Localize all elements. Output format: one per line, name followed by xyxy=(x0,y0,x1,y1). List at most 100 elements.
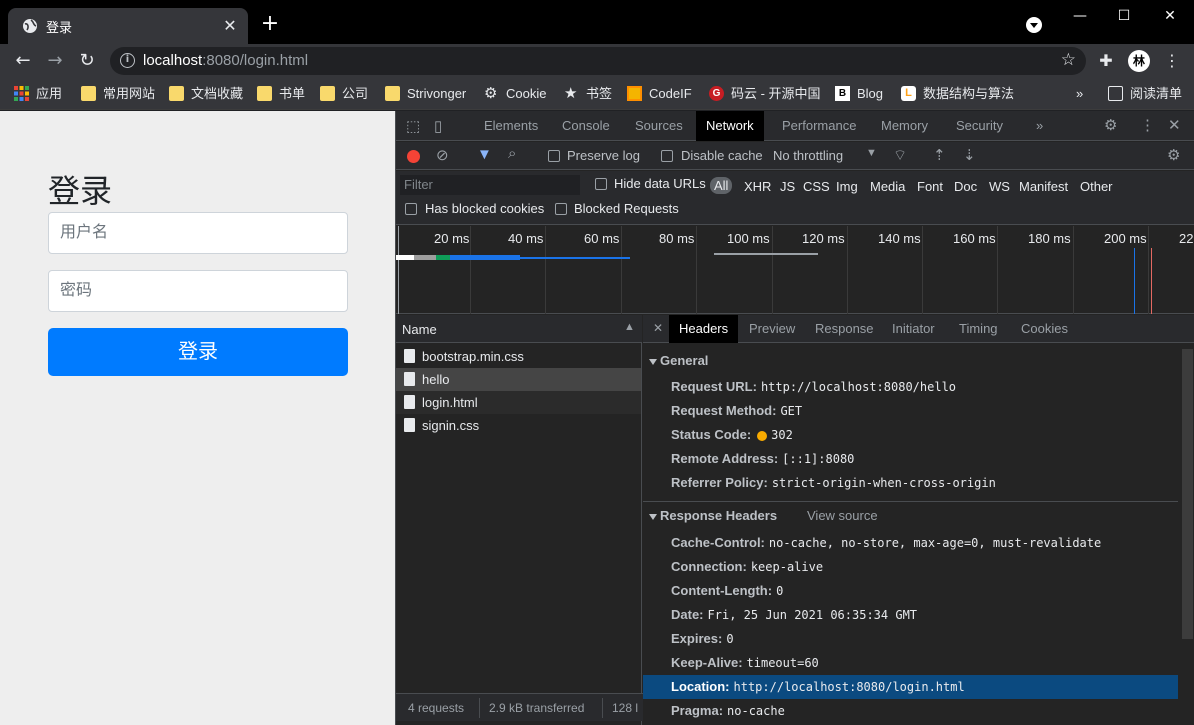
timeline-tick: 20 ms xyxy=(434,231,470,246)
bookmark-gitee[interactable]: G 码云 - 开源中国 xyxy=(709,85,821,103)
bookmark-bookmarks[interactable]: ★ 书签 xyxy=(564,85,612,103)
minimize-icon[interactable]: — xyxy=(1070,6,1090,26)
tab-network[interactable]: Network xyxy=(696,111,764,141)
bookmark-folder[interactable]: 公司 xyxy=(320,85,368,103)
filter-type-img[interactable]: Img xyxy=(836,179,858,194)
blocked-requests-checkbox[interactable] xyxy=(555,203,567,215)
filter-type-ws[interactable]: WS xyxy=(989,179,1010,194)
header-row-selected[interactable]: Location: http://localhost:8080/login.htm… xyxy=(643,675,1178,699)
tab-search-icon[interactable] xyxy=(1026,17,1042,33)
tab-security[interactable]: Security xyxy=(946,111,1013,141)
request-row[interactable]: signin.css xyxy=(396,414,641,437)
scrollbar[interactable] xyxy=(1182,349,1193,639)
hide-data-urls-checkbox[interactable] xyxy=(595,178,607,190)
site-info-icon[interactable]: i xyxy=(120,53,135,68)
filter-type-all[interactable]: All xyxy=(710,177,733,194)
maximize-icon[interactable]: ☐ xyxy=(1114,6,1134,26)
more-bookmarks-icon[interactable]: » xyxy=(1076,85,1083,103)
login-button[interactable]: 登录 xyxy=(48,328,348,376)
reading-list[interactable]: 阅读清单 xyxy=(1108,85,1182,103)
back-icon[interactable]: ← xyxy=(12,50,34,72)
address-bar[interactable]: i localhost:8080/login.html ☆ xyxy=(110,47,1086,75)
username-input[interactable]: 用户名 xyxy=(48,212,348,254)
devtools-menu-icon[interactable]: ⋮ xyxy=(1140,116,1155,134)
bookmark-blog[interactable]: B Blog xyxy=(835,85,883,103)
filter-type-css[interactable]: CSS xyxy=(803,179,830,194)
network-conditions-icon[interactable]: ⌔ xyxy=(893,146,907,165)
new-tab-button[interactable]: + xyxy=(258,12,282,36)
bookmark-star-icon[interactable]: ☆ xyxy=(1061,50,1076,70)
filter-input[interactable]: Filter xyxy=(400,175,580,195)
disable-cache-checkbox[interactable] xyxy=(661,150,673,162)
header-row: Keep-Alive: timeout=60 xyxy=(671,655,819,670)
timeline-tick: 160 ms xyxy=(953,231,996,246)
clear-icon[interactable]: ⊘ xyxy=(436,146,449,164)
password-input[interactable]: 密码 xyxy=(48,270,348,312)
chevron-down-icon[interactable]: ▼ xyxy=(866,147,877,159)
bookmark-codeif[interactable]: CodeIF xyxy=(627,85,692,103)
filter-type-media[interactable]: Media xyxy=(870,179,905,194)
device-toolbar-icon[interactable]: ▯ xyxy=(434,117,442,135)
settings-gear-icon[interactable]: ⚙ xyxy=(1104,116,1117,134)
bookmark-folder[interactable]: 书单 xyxy=(257,85,305,103)
menu-icon[interactable]: ⋮ xyxy=(1162,51,1182,71)
close-window-icon[interactable]: ✕ xyxy=(1160,6,1180,26)
bookmark-folder[interactable]: 文档收藏 xyxy=(169,85,243,103)
preserve-log-checkbox[interactable] xyxy=(548,150,560,162)
response-headers-section-toggle[interactable]: Response Headers xyxy=(649,508,777,523)
record-icon[interactable] xyxy=(407,150,420,163)
name-column-header[interactable]: Name ▲ xyxy=(396,315,642,343)
close-detail-icon[interactable]: ✕ xyxy=(653,321,663,335)
inspect-element-icon[interactable]: ⬚ xyxy=(406,117,420,135)
tab-performance[interactable]: Performance xyxy=(772,111,866,141)
tab-title: 登录 xyxy=(46,21,73,36)
tab-headers[interactable]: Headers xyxy=(669,315,739,343)
import-har-icon[interactable]: ⇡ xyxy=(933,146,946,164)
browser-titlebar: 登录 ✕ + — ☐ ✕ xyxy=(0,0,1194,44)
tab-response[interactable]: Response xyxy=(805,315,884,343)
tab-console[interactable]: Console xyxy=(552,111,620,141)
url-text: localhost:8080/login.html xyxy=(143,52,309,69)
request-row-selected[interactable]: hello xyxy=(396,368,641,391)
filter-type-other[interactable]: Other xyxy=(1080,179,1113,194)
bookmark-cookie[interactable]: ⚙ Cookie xyxy=(484,85,546,103)
bookmark-apps[interactable]: 应用 xyxy=(14,85,62,103)
filter-type-doc[interactable]: Doc xyxy=(954,179,977,194)
tab-preview[interactable]: Preview xyxy=(739,315,805,343)
blocked-cookies-checkbox[interactable] xyxy=(405,203,417,215)
tab-elements[interactable]: Elements xyxy=(474,111,548,141)
browser-tab[interactable]: 登录 ✕ xyxy=(8,8,248,44)
bookmark-leetcode[interactable]: L 数据结构与算法 xyxy=(901,85,1014,103)
view-source-link[interactable]: View source xyxy=(807,508,878,523)
tab-timing[interactable]: Timing xyxy=(949,315,1008,343)
filter-type-manifest[interactable]: Manifest xyxy=(1019,179,1068,194)
more-tabs-icon[interactable]: » xyxy=(1026,111,1053,141)
request-row[interactable]: login.html xyxy=(396,391,641,414)
request-row[interactable]: bootstrap.min.css xyxy=(396,345,641,368)
tab-cookies[interactable]: Cookies xyxy=(1011,315,1078,343)
avatar[interactable]: 林 xyxy=(1128,50,1150,72)
forward-icon[interactable]: → xyxy=(44,50,66,72)
close-devtools-icon[interactable]: ✕ xyxy=(1168,116,1181,134)
tab-sources[interactable]: Sources xyxy=(625,111,693,141)
throttling-select[interactable]: No throttling xyxy=(773,148,843,163)
filter-type-xhr[interactable]: XHR xyxy=(744,179,771,194)
search-icon[interactable]: ⌕ xyxy=(508,145,516,162)
tab-memory[interactable]: Memory xyxy=(871,111,938,141)
export-har-icon[interactable]: ⇣ xyxy=(963,146,976,164)
network-settings-icon[interactable]: ⚙ xyxy=(1167,146,1180,164)
tab-close-icon[interactable]: ✕ xyxy=(220,16,240,36)
tab-initiator[interactable]: Initiator xyxy=(882,315,945,343)
filter-type-font[interactable]: Font xyxy=(917,179,943,194)
general-section-toggle[interactable]: General xyxy=(649,353,708,368)
bookmark-folder[interactable]: Strivonger xyxy=(385,85,466,103)
network-overview-timeline[interactable]: 20 ms 40 ms 60 ms 80 ms 100 ms 120 ms 14… xyxy=(396,226,1194,314)
sort-ascending-icon[interactable]: ▲ xyxy=(624,321,635,333)
filter-icon[interactable]: ▼ xyxy=(477,146,492,163)
bookmark-folder[interactable]: 常用网站 xyxy=(81,85,155,103)
header-row: Pragma: no-cache xyxy=(671,703,785,718)
filter-type-js[interactable]: JS xyxy=(780,179,795,194)
filter-bar: Filter Hide data URLs All XHR JS CSS Img… xyxy=(396,171,1194,225)
extensions-icon[interactable]: ✚ xyxy=(1096,51,1116,71)
reload-icon[interactable]: ↻ xyxy=(76,50,98,72)
